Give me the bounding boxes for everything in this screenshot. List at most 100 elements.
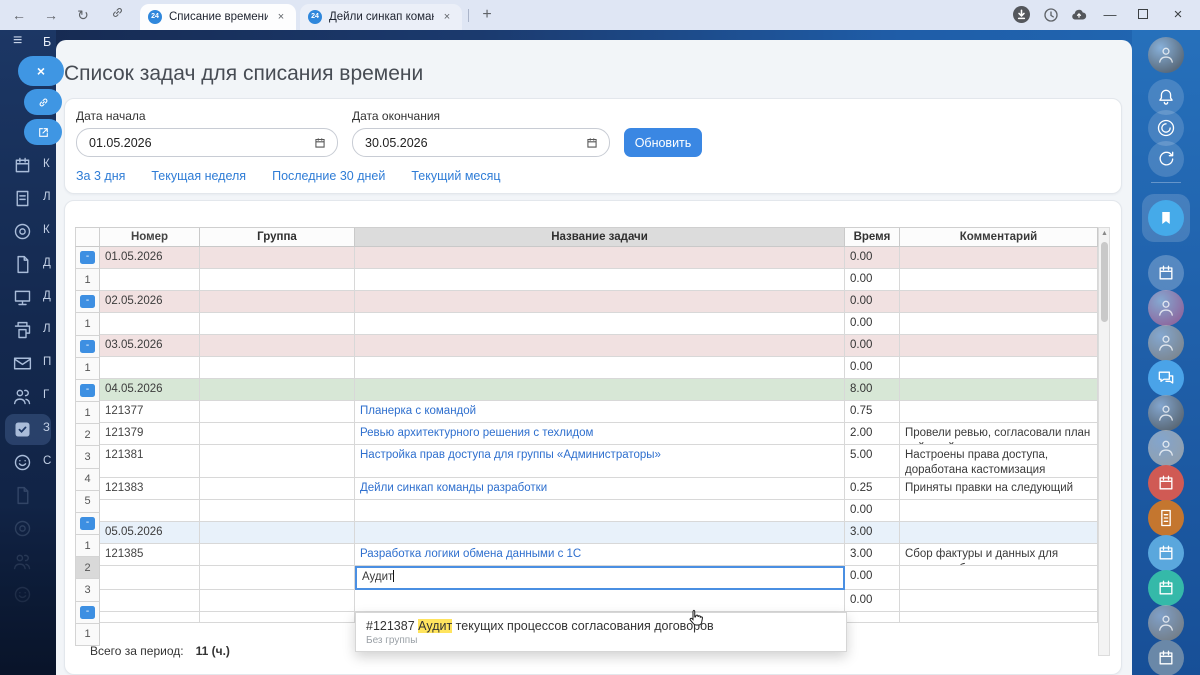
cell-task-name[interactable]: [355, 590, 845, 612]
cell-time[interactable]: 0.00: [845, 590, 900, 612]
sidebar-item-К[interactable]: К: [0, 150, 56, 183]
cell-time[interactable]: 3.00: [845, 522, 900, 544]
task-search-input[interactable]: Аудит: [355, 566, 845, 590]
refresh-button[interactable]: Обновить: [624, 128, 702, 157]
quick-filter-link-2[interactable]: Последние 30 дней: [272, 169, 385, 183]
new-tab-icon[interactable]: +: [476, 4, 498, 26]
scrollbar-thumb[interactable]: [1101, 242, 1108, 322]
cell-number[interactable]: 121383: [100, 478, 200, 500]
cell-group[interactable]: [200, 478, 355, 500]
cell-task-name[interactable]: [355, 500, 845, 522]
cell-group[interactable]: [200, 566, 355, 590]
cell-number[interactable]: 121377: [100, 401, 200, 423]
cell-time[interactable]: 0.00: [845, 313, 900, 335]
cell-time[interactable]: 2.00: [845, 423, 900, 445]
panel-open-new-button[interactable]: [24, 119, 62, 145]
profile-avatar[interactable]: [1148, 37, 1184, 73]
minus-icon[interactable]: -: [80, 251, 95, 264]
cell-comment[interactable]: [900, 401, 1098, 423]
sidebar-item-Г[interactable]: Г: [0, 381, 56, 414]
maximize-icon[interactable]: [1130, 4, 1156, 26]
cell-task-name[interactable]: [355, 357, 845, 379]
quick-filter-link-0[interactable]: За 3 дня: [76, 169, 125, 183]
cell-comment[interactable]: Сбор фактуры и данных для начала работы: [900, 544, 1098, 566]
cell-number[interactable]: [100, 566, 200, 590]
task-link[interactable]: Настройка прав доступа для группы «Админ…: [360, 449, 661, 461]
chat-document[interactable]: [1148, 500, 1184, 536]
chat-messenger[interactable]: [1148, 360, 1184, 396]
cell-group[interactable]: [200, 612, 355, 623]
cell-number[interactable]: 121381: [100, 445, 200, 478]
cloud-upload-icon[interactable]: [1070, 6, 1088, 24]
cell-comment[interactable]: [900, 522, 1098, 544]
cell-number[interactable]: [100, 313, 200, 335]
cell-time[interactable]: [845, 612, 900, 623]
sidebar-item-10[interactable]: [0, 480, 56, 513]
cell-number[interactable]: 05.05.2026: [100, 522, 200, 544]
cell-group[interactable]: [200, 445, 355, 478]
cell-comment[interactable]: [900, 313, 1098, 335]
sidebar-item-11[interactable]: [0, 513, 56, 546]
cell-group[interactable]: [200, 423, 355, 445]
cell-number[interactable]: [100, 500, 200, 522]
cell-time[interactable]: 0.00: [845, 500, 900, 522]
cell-time[interactable]: 0.00: [845, 269, 900, 291]
chat-calendar-2[interactable]: [1148, 640, 1184, 675]
cell-number[interactable]: [100, 357, 200, 379]
cell-number[interactable]: [100, 590, 200, 612]
link-icon[interactable]: [106, 4, 128, 26]
cell-task-name[interactable]: [355, 522, 845, 544]
cell-group[interactable]: [200, 379, 355, 401]
row-index[interactable]: 1: [75, 624, 100, 646]
download-icon[interactable]: [1013, 6, 1031, 24]
row-index[interactable]: 2: [75, 424, 100, 446]
calendar-icon[interactable]: [585, 136, 599, 150]
cell-comment[interactable]: Приняты правки на следующий день: [900, 478, 1098, 500]
row-index[interactable]: 1: [75, 313, 100, 335]
chat-avatar-1[interactable]: [1148, 290, 1184, 326]
cell-number[interactable]: 121379: [100, 423, 200, 445]
cell-comment[interactable]: [900, 269, 1098, 291]
cell-comment[interactable]: [900, 357, 1098, 379]
tab-close-icon[interactable]: ×: [274, 10, 288, 24]
column-header-time[interactable]: Время: [845, 228, 900, 247]
cell-group[interactable]: [200, 590, 355, 612]
cell-group[interactable]: [200, 335, 355, 357]
collapse-group-button[interactable]: -: [75, 513, 100, 535]
chat-calendar-red[interactable]: [1148, 465, 1184, 501]
sidebar-item-П[interactable]: П: [0, 348, 56, 381]
sidebar-item-Д[interactable]: Д: [0, 249, 56, 282]
cell-time[interactable]: 0.00: [845, 335, 900, 357]
cell-comment[interactable]: [900, 335, 1098, 357]
collapse-group-button[interactable]: -: [75, 247, 100, 269]
cell-time[interactable]: 5.00: [845, 445, 900, 478]
row-index[interactable]: 5: [75, 491, 100, 513]
row-index[interactable]: 1: [75, 535, 100, 557]
minus-icon[interactable]: -: [80, 340, 95, 353]
cell-comment[interactable]: [900, 590, 1098, 612]
close-window-icon[interactable]: ×: [1165, 4, 1191, 26]
cell-task-name[interactable]: [355, 313, 845, 335]
cell-comment[interactable]: [900, 379, 1098, 401]
back-icon[interactable]: ←: [8, 4, 30, 26]
sidebar-item-З[interactable]: З: [0, 414, 56, 447]
column-header-group[interactable]: Группа: [200, 228, 355, 247]
tab-time-writeoff[interactable]: 24 Списание времени ×: [140, 4, 296, 30]
cell-comment[interactable]: Настроены права доступа, доработана каст…: [900, 445, 1098, 478]
collapse-group-button[interactable]: -: [75, 291, 100, 313]
scrollbar-up-icon[interactable]: ▲: [1101, 230, 1108, 237]
cell-group[interactable]: [200, 544, 355, 566]
collapse-group-button[interactable]: -: [75, 602, 100, 624]
panel-close-button[interactable]: ×: [18, 56, 64, 86]
cell-comment[interactable]: [900, 500, 1098, 522]
cell-number[interactable]: [100, 612, 200, 623]
row-index[interactable]: 3: [75, 446, 100, 468]
chat-calendar-teal[interactable]: [1148, 570, 1184, 606]
start-date-input[interactable]: 01.05.2026: [76, 128, 338, 157]
sidebar-item-С[interactable]: С: [0, 447, 56, 480]
cell-task-name[interactable]: [355, 247, 845, 269]
table-scrollbar[interactable]: ▲: [1098, 227, 1110, 656]
minus-icon[interactable]: -: [80, 517, 95, 530]
calendar-icon[interactable]: [313, 136, 327, 150]
cell-time[interactable]: 8.00: [845, 379, 900, 401]
